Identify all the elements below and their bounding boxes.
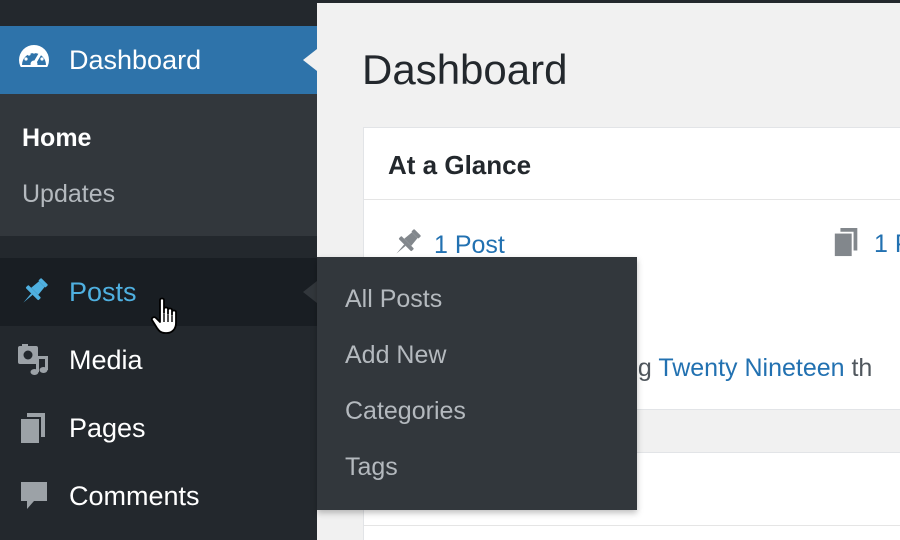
flyout-arrow [303,281,317,303]
flyout-item-all-posts[interactable]: All Posts [345,285,442,314]
flyout-item-tags[interactable]: Tags [345,453,398,482]
widget-title[interactable]: At a Glance [364,128,900,200]
pushpin-icon [0,258,68,326]
sidebar-item-label: Posts [69,276,137,307]
posts-count-link[interactable]: 1 Post [434,231,505,260]
admin-sidebar: Dashboard Home Updates Posts Media Pages… [0,0,317,540]
sidebar-item-label: Dashboard [69,44,202,75]
dashboard-gauge-icon [0,26,68,94]
theme-text-suffix: th [844,354,873,382]
dashboard-submenu: Home Updates [0,94,317,236]
sidebar-item-pages[interactable]: Pages [0,394,317,462]
flyout-item-add-new[interactable]: Add New [345,341,446,370]
theme-link[interactable]: Twenty Nineteen [658,354,844,382]
theme-info-text: ng Twenty Nineteen th [624,354,872,383]
sidebar-item-dashboard[interactable]: Dashboard [0,26,317,94]
flyout-item-categories[interactable]: Categories [345,397,466,426]
widget-divider [364,525,900,526]
pages-icon [832,226,862,263]
page-title: Dashboard [362,46,568,93]
sidebar-item-label: Pages [69,412,146,443]
submenu-item-updates[interactable]: Updates [22,180,115,209]
sidebar-item-label: Comments [69,480,200,511]
pages-count-link[interactable]: 1 P [874,230,900,259]
posts-flyout-submenu: All Posts Add New Categories Tags [317,257,637,510]
sidebar-item-comments[interactable]: Comments [0,462,317,530]
hand-pointer-cursor-icon [150,296,186,341]
pages-icon [0,394,68,462]
comment-bubble-icon [0,462,68,530]
submenu-item-home[interactable]: Home [22,124,91,153]
current-menu-arrow [303,49,317,71]
media-icon [0,326,68,394]
sidebar-item-label: Media [69,344,143,375]
glance-pages: 1 P [832,226,900,263]
